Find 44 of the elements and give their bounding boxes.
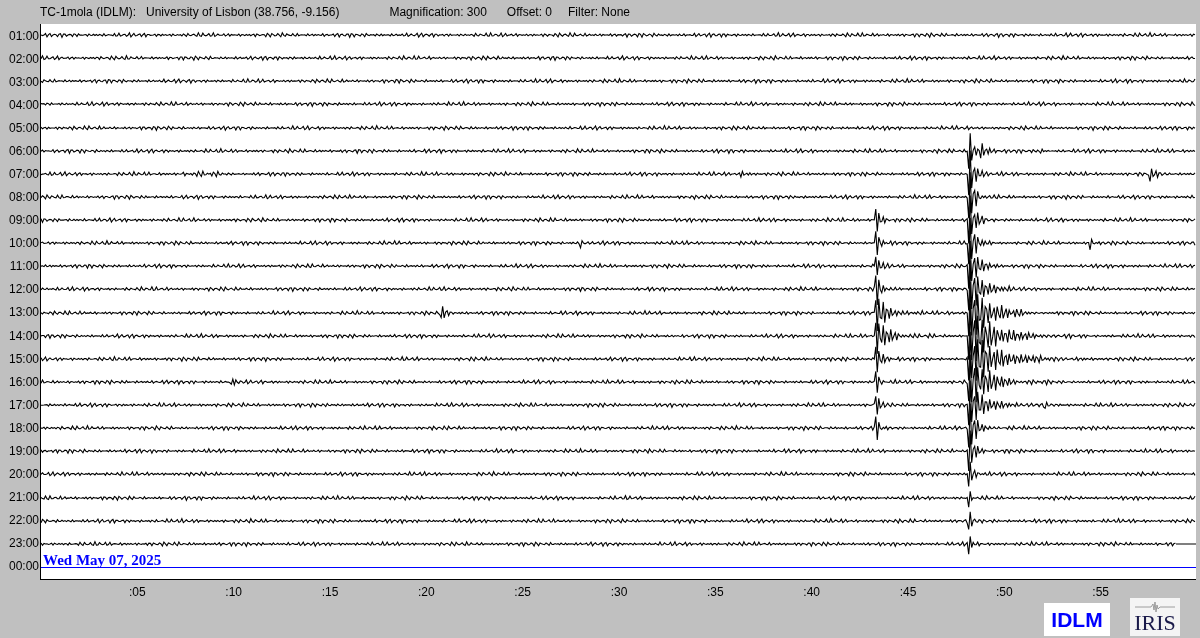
minute-tick-label: :25 [514,584,531,601]
minute-tick-label: :35 [707,584,724,601]
hour-label: 19:00 [8,444,39,457]
hour-label: 11:00 [9,260,39,273]
minute-tick-label: :15 [321,584,339,601]
minute-tick-label: :50 [996,584,1013,601]
hour-label: 04:00 [8,98,39,111]
filter-label: Filter: None [568,4,631,21]
hour-label: 02:00 [8,52,39,65]
minute-tick-label: :40 [803,584,820,601]
magnification-label: Magnification: 300 [389,4,487,21]
hour-label: 15:00 [8,352,39,365]
minute-tick-label: :30 [610,584,628,601]
hour-label: 08:00 [8,191,39,204]
hour-label: 05:00 [8,121,39,134]
hour-label: 20:00 [8,468,39,480]
offset-label: Offset: 0 [506,4,552,21]
hour-label: 10:00 [8,237,39,250]
network-logo-text: IRIS [1134,612,1176,634]
hour-label: 14:00 [8,329,39,342]
hour-label: 06:00 [8,144,39,157]
hour-label: 03:00 [8,75,39,88]
station-label: TC-1mola (IDLM): [40,4,136,21]
hour-label: 00:00 [8,560,39,573]
hour-label: 07:00 [8,168,39,180]
hour-label: 21:00 [8,491,39,504]
minute-tick-label: :10 [225,584,242,601]
location-label: University of Lisbon (38.756, -9.156) [146,4,340,21]
hour-label: 09:00 [8,214,39,227]
minute-tick-label: :55 [1092,584,1109,601]
hour-label: 01:00 [8,29,39,42]
minute-tick-label: :45 [899,584,917,601]
minute-tick-label: :05 [129,584,146,601]
date-label: Wed May 07, 2025 [43,552,162,568]
minute-tick-label: :20 [418,584,435,601]
hour-label: 23:00 [8,537,39,550]
hour-label: 22:00 [8,514,39,527]
hour-label: 18:00 [8,421,39,434]
station-logo: IDLM [1044,603,1110,636]
hour-label: 17:00 [8,398,39,411]
waveform-icon [1135,602,1175,612]
hour-label: 13:00 [8,306,39,319]
hour-label: 12:00 [8,283,39,296]
hour-label: 16:00 [8,375,39,388]
